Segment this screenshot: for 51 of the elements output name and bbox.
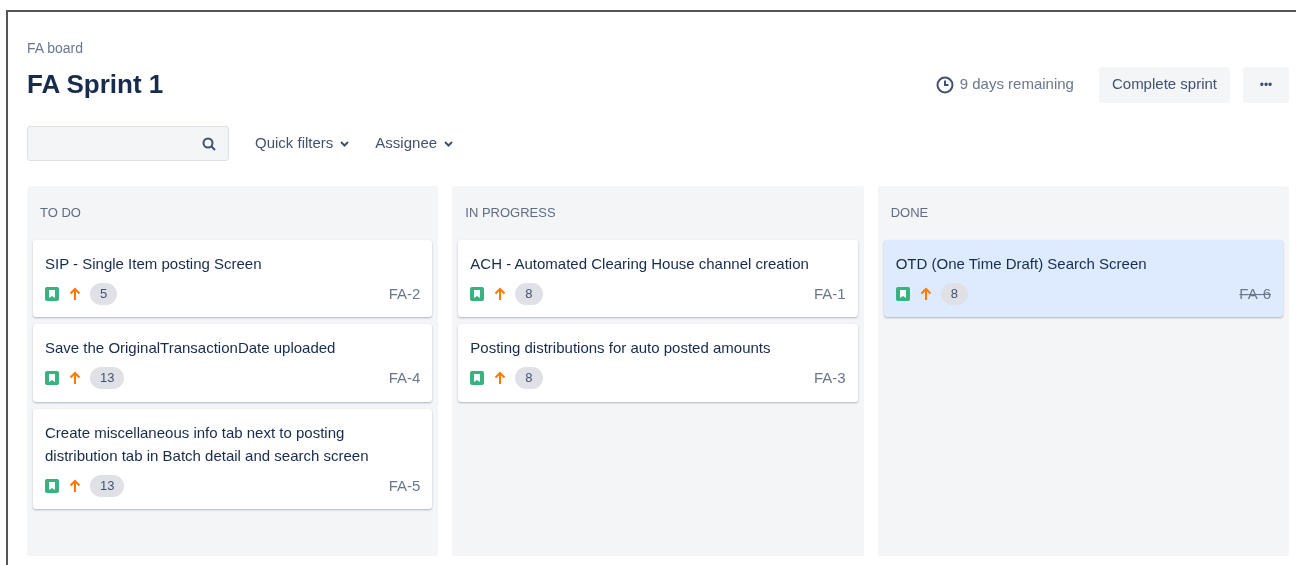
arrow-up-icon [494,286,507,301]
issue-key[interactable]: FA-5 [388,474,421,497]
story-points: 13 [90,474,125,497]
column-header: IN PROGRESS [464,204,557,222]
story-icon [45,478,59,493]
issue-summary: OTD (One Time Draft) Search Screen [895,253,1148,274]
arrow-up-icon [69,371,81,386]
issue-key[interactable]: FA-3 [813,367,846,390]
arrow-up-icon [919,286,932,301]
sprint-title: FA Sprint 1 [27,68,164,101]
issue-card[interactable]: ACH - Automated Clearing House channel creation 8 FA-1 [458,239,858,317]
issue-card[interactable]: Create miscellaneous info tab next to posting distribution tab in Batch detail and search screen 13 FA-5 [33,408,433,509]
story-points: 13 [90,367,125,390]
issue-card[interactable]: SIP - Single Item posting Screen 5 FA-2 [33,239,433,317]
issue-key[interactable]: FA-2 [388,282,421,305]
issue-summary: SIP - Single Item posting Screen [45,253,263,274]
search-icon [202,136,216,151]
chevron-down-icon [340,140,350,147]
story-icon [470,371,485,386]
story-icon [45,286,59,301]
issue-summary: ACH - Automated Clearing House channel creation [470,253,810,274]
filter-dropdown[interactable]: Assignee [375,132,454,155]
story-points: 8 [515,282,543,305]
issue-card[interactable]: Save the OriginalTransactionDate uploaded 13 FA-4 [33,324,433,402]
search-field[interactable] [27,126,229,161]
column-header: TO DO [39,204,82,222]
issue-key[interactable]: FA-6 [1239,282,1271,305]
more-button[interactable]: ••• [1243,66,1289,103]
issue-key[interactable]: FA-1 [813,282,846,305]
arrow-up-icon [69,478,81,493]
issue-key[interactable]: FA-4 [388,367,421,390]
story-points: 5 [90,282,118,305]
issue-card[interactable]: OTD (One Time Draft) Search Screen 8 FA-6 [883,239,1283,317]
story-icon [895,286,910,301]
story-points: 8 [515,367,543,390]
issue-summary: Posting distributions for auto posted amounts [470,338,772,358]
column-header: DONE [889,204,930,222]
story-icon [45,371,59,386]
issue-card[interactable]: Posting distributions for auto posted amounts 8 FA-3 [458,324,858,402]
chevron-down-icon [444,140,454,147]
breadcrumb[interactable]: FA board [27,38,1289,59]
arrow-up-icon [69,286,81,301]
story-points: 8 [940,282,968,305]
issue-summary: Create miscellaneous info tab next to posting distribution tab in Batch detail and search screen [45,422,370,466]
days-remaining: 9 days remaining [959,74,1074,95]
issue-summary: Save the OriginalTransactionDate uploaded [45,338,337,358]
complete-sprint-button[interactable]: Complete sprint [1098,66,1230,103]
clock-icon [935,75,954,94]
filter-dropdown[interactable]: Quick filters [255,132,350,155]
story-icon [470,286,485,301]
arrow-up-icon [494,371,507,386]
